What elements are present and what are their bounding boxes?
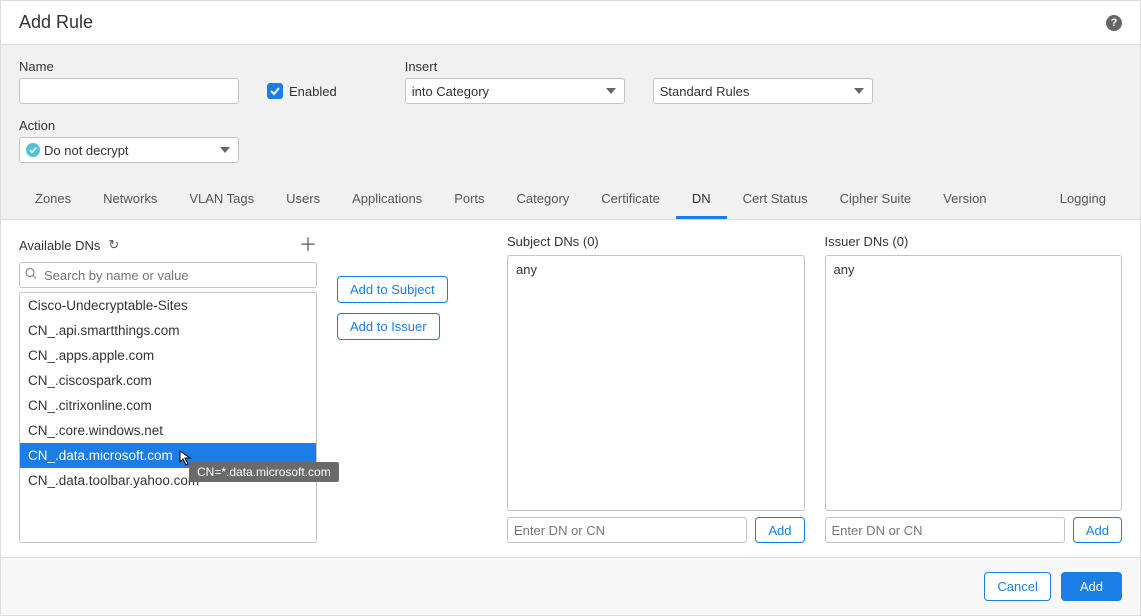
- search-input[interactable]: [19, 262, 317, 288]
- tab-cipher-suite[interactable]: Cipher Suite: [824, 181, 928, 219]
- add-rule-dialog: Add Rule ? Name Enabled Insert into Cate…: [0, 0, 1141, 616]
- rules-blank: [653, 59, 873, 74]
- tab-ports[interactable]: Ports: [438, 181, 500, 219]
- issuer-dns-column: Issuer DNs (0) any Add: [825, 234, 1123, 543]
- action-select[interactable]: Do not decrypt: [19, 137, 239, 163]
- issuer-dns-box[interactable]: any: [825, 255, 1123, 511]
- dn-panel: Available DNs ↻ ＋ Cisco-Undecryptable-Si…: [1, 220, 1140, 557]
- enabled-checkbox[interactable]: Enabled: [267, 78, 337, 104]
- list-item[interactable]: Cisco-Undecryptable-Sites: [20, 293, 316, 318]
- footer: Cancel Add: [1, 557, 1140, 615]
- issuer-dn-input[interactable]: [825, 517, 1065, 543]
- dn-tooltip: CN=*.data.microsoft.com: [189, 462, 339, 482]
- subject-dns-label: Subject DNs (0): [507, 234, 805, 249]
- titlebar: Add Rule ?: [1, 1, 1140, 45]
- checkbox-checked-icon: [267, 83, 283, 99]
- subject-dn-input[interactable]: [507, 517, 747, 543]
- enabled-label: Enabled: [289, 84, 337, 99]
- rules-select[interactable]: Standard Rules: [653, 78, 873, 104]
- tab-vlan-tags[interactable]: VLAN Tags: [173, 181, 270, 219]
- subject-add-button[interactable]: Add: [755, 517, 804, 543]
- upper-panel: Name Enabled Insert into Category Standa…: [1, 45, 1140, 220]
- list-item[interactable]: CN_.ciscospark.com: [20, 368, 316, 393]
- tab-category[interactable]: Category: [501, 181, 586, 219]
- tab-logging[interactable]: Logging: [1044, 181, 1122, 219]
- name-label: Name: [19, 59, 239, 74]
- list-item[interactable]: CN_.api.smartthings.com: [20, 318, 316, 343]
- do-not-decrypt-icon: [26, 143, 40, 157]
- add-button[interactable]: Add: [1061, 572, 1122, 601]
- name-input[interactable]: [19, 78, 239, 104]
- available-dns-column: Available DNs ↻ ＋ Cisco-Undecryptable-Si…: [19, 234, 317, 543]
- dialog-title: Add Rule: [19, 12, 93, 33]
- cancel-button[interactable]: Cancel: [984, 572, 1050, 601]
- insert-label: Insert: [405, 59, 625, 74]
- subject-dns-box[interactable]: any: [507, 255, 805, 511]
- cursor-icon: [179, 450, 195, 466]
- issuer-add-button[interactable]: Add: [1073, 517, 1122, 543]
- tab-dn[interactable]: DN: [676, 181, 727, 219]
- transfer-buttons: Add to Subject Add to Issuer: [337, 276, 487, 543]
- list-item[interactable]: CN_.apps.apple.com: [20, 343, 316, 368]
- issuer-any: any: [834, 262, 855, 277]
- action-label: Action: [19, 118, 1122, 133]
- tabs: ZonesNetworksVLAN TagsUsersApplicationsP…: [19, 181, 1122, 219]
- available-dns-list[interactable]: Cisco-Undecryptable-SitesCN_.api.smartth…: [19, 292, 317, 543]
- tab-certificate[interactable]: Certificate: [585, 181, 676, 219]
- add-dn-icon[interactable]: ＋: [299, 238, 317, 252]
- tab-cert-status[interactable]: Cert Status: [727, 181, 824, 219]
- tab-users[interactable]: Users: [270, 181, 336, 219]
- add-to-issuer-button[interactable]: Add to Issuer: [337, 313, 440, 340]
- list-item[interactable]: CN_.core.windows.net: [20, 418, 316, 443]
- help-icon[interactable]: ?: [1106, 15, 1122, 31]
- search-icon: [25, 268, 37, 283]
- list-item[interactable]: CN_.citrixonline.com: [20, 393, 316, 418]
- subject-dns-column: Subject DNs (0) any Add: [507, 234, 805, 543]
- insert-select[interactable]: into Category: [405, 78, 625, 104]
- tab-version[interactable]: Version: [927, 181, 1002, 219]
- add-to-subject-button[interactable]: Add to Subject: [337, 276, 448, 303]
- tab-zones[interactable]: Zones: [19, 181, 87, 219]
- tab-applications[interactable]: Applications: [336, 181, 438, 219]
- refresh-icon[interactable]: ↻: [108, 237, 119, 253]
- issuer-dns-label: Issuer DNs (0): [825, 234, 1123, 249]
- available-dns-label: Available DNs: [19, 238, 100, 253]
- tab-networks[interactable]: Networks: [87, 181, 173, 219]
- subject-any: any: [516, 262, 537, 277]
